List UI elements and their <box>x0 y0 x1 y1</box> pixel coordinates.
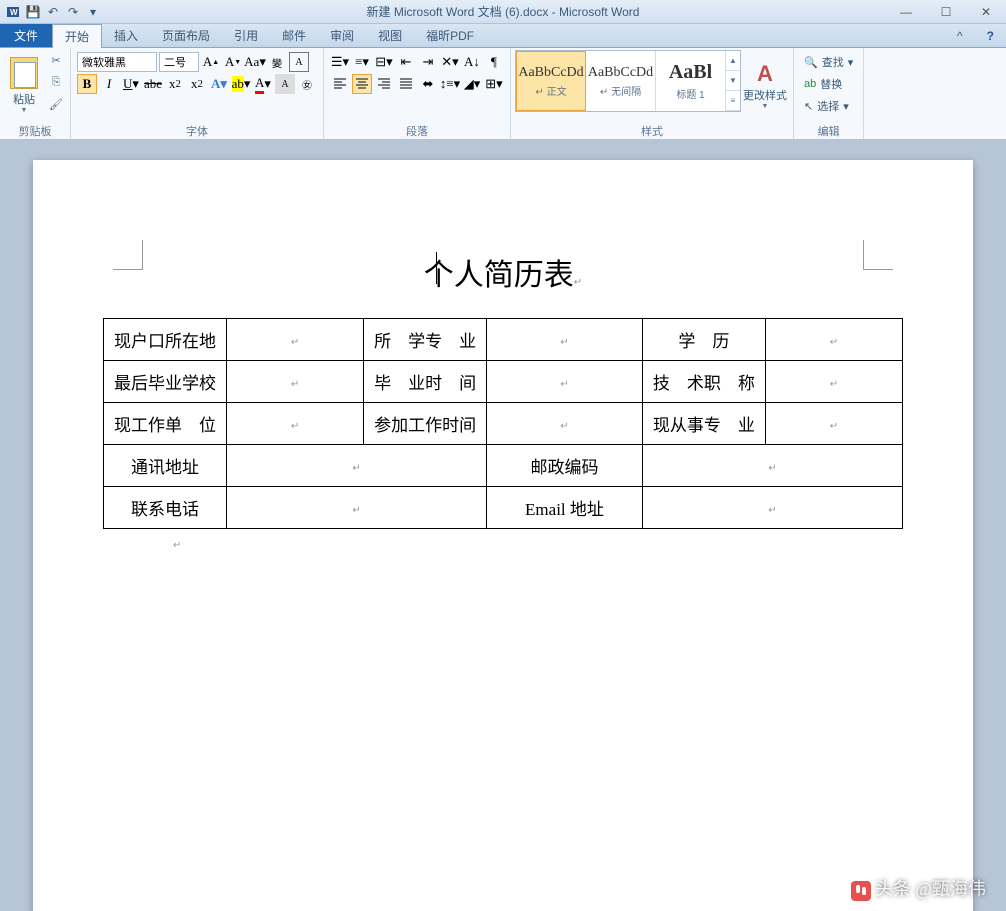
gallery-down-icon[interactable]: ▼ <box>726 71 740 91</box>
strike-icon[interactable]: abe <box>143 74 163 94</box>
tab-mailings[interactable]: 邮件 <box>270 24 318 47</box>
ribbon-tabs: 文件 开始 插入 页面布局 引用 邮件 审阅 视图 福昕PDF ^ ? <box>0 24 1006 48</box>
align-right-icon[interactable] <box>374 74 394 94</box>
tab-page-layout[interactable]: 页面布局 <box>150 24 222 47</box>
replace-icon: ab <box>804 78 816 90</box>
change-case-icon[interactable]: Aa▾ <box>245 52 265 72</box>
shrink-font-icon[interactable]: A▼ <box>223 52 243 72</box>
change-styles-button[interactable]: A 更改样式 ▼ <box>741 50 789 120</box>
subscript-icon[interactable]: x2 <box>165 74 185 94</box>
sort-icon[interactable]: A↓ <box>462 52 482 72</box>
highlight-icon[interactable]: ab▾ <box>231 74 251 94</box>
document-area[interactable]: 个人简历表↵ 现户口所在地 ↵ 所 学专 业 ↵ 学 历 ↵ 最后毕业学校 ↵ … <box>0 140 1006 911</box>
resume-table[interactable]: 现户口所在地 ↵ 所 学专 业 ↵ 学 历 ↵ 最后毕业学校 ↵ 毕 业时 间 … <box>103 318 903 529</box>
underline-button[interactable]: U▾ <box>121 74 141 94</box>
cut-icon[interactable]: ✂ <box>46 50 66 70</box>
redo-icon[interactable]: ↷ <box>64 3 82 21</box>
table-row[interactable]: 最后毕业学校 ↵ 毕 业时 间 ↵ 技 术职 称 ↵ <box>104 361 903 403</box>
maximize-icon[interactable]: ☐ <box>926 0 966 24</box>
close-icon[interactable]: ✕ <box>966 0 1006 24</box>
group-font: 微软雅黑 二号 A▲ A▼ Aa▾ 變 A B I U▾ abe x2 x2 A… <box>71 48 324 139</box>
line-spacing-icon[interactable]: ↕≡▾ <box>440 74 460 94</box>
para-mark: ↵ <box>574 277 582 288</box>
group-editing: 🔍查找▾ ab替换 ↖选择▾ 编辑 <box>794 48 864 139</box>
para-mark: ↵ <box>173 540 181 551</box>
font-color-icon[interactable]: A▾ <box>253 74 273 94</box>
table-row[interactable]: 现工作单 位 ↵ 参加工作时间 ↵ 现从事专 业 ↵ <box>104 403 903 445</box>
align-left-icon[interactable] <box>330 74 350 94</box>
phonetic-guide-icon[interactable]: 變 <box>267 52 287 72</box>
gallery-up-icon[interactable]: ▲ <box>726 51 740 71</box>
char-border-icon[interactable]: A <box>289 52 309 72</box>
shading-icon[interactable]: ◢▾ <box>462 74 482 94</box>
ribbon-minimize-icon[interactable]: ^ <box>945 24 975 47</box>
file-tab[interactable]: 文件 <box>0 24 52 47</box>
distribute-icon[interactable]: ⬌ <box>418 74 438 94</box>
table-row[interactable]: 现户口所在地 ↵ 所 学专 业 ↵ 学 历 ↵ <box>104 319 903 361</box>
doc-title[interactable]: 个人简历表↵ <box>103 250 903 294</box>
tab-view[interactable]: 视图 <box>366 24 414 47</box>
window-title: 新建 Microsoft Word 文档 (6).docx - Microsof… <box>367 3 640 20</box>
show-marks-icon[interactable]: ¶ <box>484 52 504 72</box>
word-icon[interactable]: W <box>4 3 22 21</box>
replace-button[interactable]: ab替换 <box>800 74 857 94</box>
undo-icon[interactable]: ↶ <box>44 3 62 21</box>
select-icon: ↖ <box>804 100 813 113</box>
enclose-char-icon[interactable]: ㊛ <box>297 74 317 94</box>
char-shading-icon[interactable]: A <box>275 74 295 94</box>
quick-access-toolbar: W 💾 ↶ ↷ ▾ <box>0 3 102 21</box>
save-icon[interactable]: 💾 <box>24 3 42 21</box>
format-painter-icon[interactable]: 🖌 <box>46 94 66 114</box>
table-row[interactable]: 联系电话 ↵ Email 地址 ↵ <box>104 487 903 529</box>
qat-customize-icon[interactable]: ▾ <box>84 3 102 21</box>
style-normal[interactable]: AaBbCcDd ↵ 正文 <box>516 51 586 111</box>
group-clipboard: 粘贴 ▼ ✂ ⎘ 🖌 剪贴板 <box>0 48 71 139</box>
numbering-icon[interactable]: ≡▾ <box>352 52 372 72</box>
group-styles: AaBbCcDd ↵ 正文 AaBbCcDd ↵ 无间隔 AaBl 标题 1 ▲… <box>511 48 794 139</box>
styles-gallery: AaBbCcDd ↵ 正文 AaBbCcDd ↵ 无间隔 AaBl 标题 1 ▲… <box>515 50 741 112</box>
table-row[interactable]: 通讯地址 ↵ 邮政编码 ↵ <box>104 445 903 487</box>
text-effects-icon[interactable]: A▾ <box>209 74 229 94</box>
find-icon: 🔍 <box>804 56 818 69</box>
borders-icon[interactable]: ⊞▾ <box>484 74 504 94</box>
page[interactable]: 个人简历表↵ 现户口所在地 ↵ 所 学专 业 ↵ 学 历 ↵ 最后毕业学校 ↵ … <box>33 160 973 911</box>
svg-text:W: W <box>10 8 18 17</box>
ribbon: 粘贴 ▼ ✂ ⎘ 🖌 剪贴板 微软雅黑 二号 A▲ A▼ Aa▾ 變 A B <box>0 48 1006 140</box>
paste-button[interactable]: 粘贴 ▼ <box>4 50 44 120</box>
justify-icon[interactable] <box>396 74 416 94</box>
text-cursor <box>436 252 437 284</box>
increase-indent-icon[interactable]: ⇥ <box>418 52 438 72</box>
multilevel-icon[interactable]: ⊟▾ <box>374 52 394 72</box>
tab-references[interactable]: 引用 <box>222 24 270 47</box>
asian-layout-icon[interactable]: ✕▾ <box>440 52 460 72</box>
tab-review[interactable]: 审阅 <box>318 24 366 47</box>
paste-icon <box>10 57 38 89</box>
tab-insert[interactable]: 插入 <box>102 24 150 47</box>
italic-button[interactable]: I <box>99 74 119 94</box>
grow-font-icon[interactable]: A▲ <box>201 52 221 72</box>
group-paragraph: ☰▾ ≡▾ ⊟▾ ⇤ ⇥ ✕▾ A↓ ¶ ⬌ ↕≡▾ ◢▾ ⊞▾ 段落 <box>324 48 511 139</box>
gallery-more-icon[interactable]: ≡ <box>726 91 740 111</box>
title-bar: W 💾 ↶ ↷ ▾ 新建 Microsoft Word 文档 (6).docx … <box>0 0 1006 24</box>
decrease-indent-icon[interactable]: ⇤ <box>396 52 416 72</box>
bold-button[interactable]: B <box>77 74 97 94</box>
bullets-icon[interactable]: ☰▾ <box>330 52 350 72</box>
tab-foxit-pdf[interactable]: 福昕PDF <box>414 24 486 47</box>
copy-icon[interactable]: ⎘ <box>46 72 66 92</box>
superscript-icon[interactable]: x2 <box>187 74 207 94</box>
font-size-combo[interactable]: 二号 <box>159 52 199 72</box>
tab-home[interactable]: 开始 <box>52 24 102 48</box>
find-button[interactable]: 🔍查找▾ <box>800 52 857 72</box>
font-name-combo[interactable]: 微软雅黑 <box>77 52 157 72</box>
minimize-icon[interactable]: — <box>886 0 926 24</box>
style-heading-1[interactable]: AaBl 标题 1 <box>656 51 726 111</box>
select-button[interactable]: ↖选择▾ <box>800 96 857 116</box>
style-no-spacing[interactable]: AaBbCcDd ↵ 无间隔 <box>586 51 656 111</box>
window-controls: — ☐ ✕ <box>886 0 1006 24</box>
align-center-icon[interactable] <box>352 74 372 94</box>
help-icon[interactable]: ? <box>975 24 1006 47</box>
